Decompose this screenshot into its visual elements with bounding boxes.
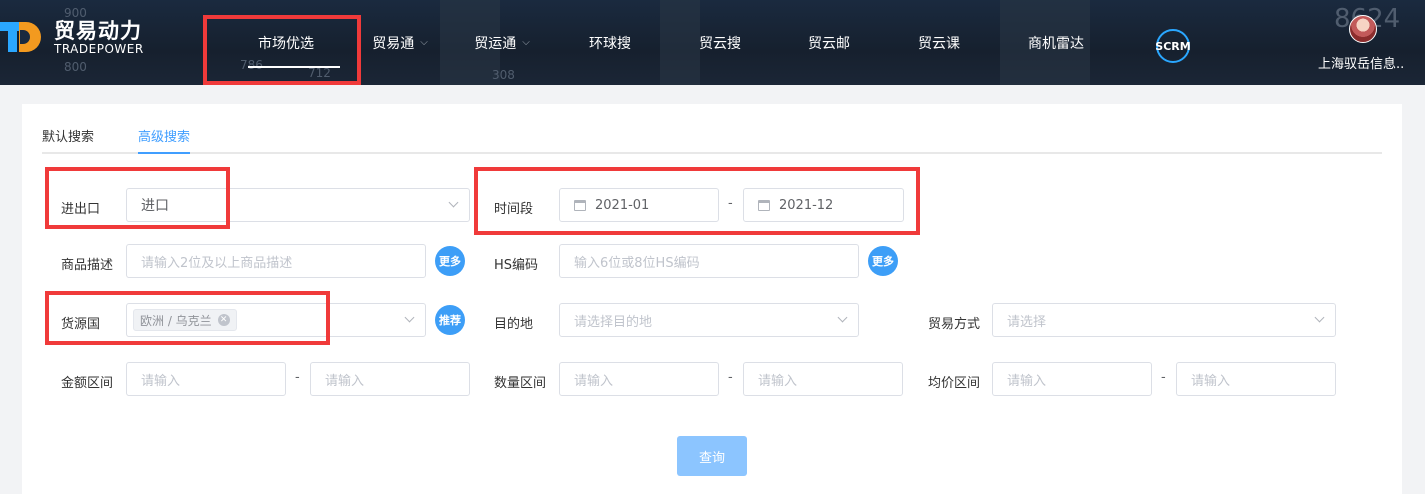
quantity-max-input[interactable]: 请输入 <box>743 362 903 396</box>
hs-code-placeholder: 输入6位或8位HS编码 <box>574 255 700 271</box>
chevron-down-icon: ⌵ <box>522 37 530 48</box>
query-button[interactable]: 查询 <box>677 436 747 476</box>
trade-mode-label: 贸易方式 <box>928 317 981 332</box>
search-tabs: 默认搜索 高级搜索 <box>42 126 1382 154</box>
goods-desc-input[interactable]: 请输入2位及以上商品描述 <box>126 244 426 278</box>
user-name[interactable]: 上海驭岳信息.. <box>1318 53 1404 72</box>
avatar[interactable] <box>1349 15 1377 43</box>
trade-mode-placeholder: 请选择 <box>1007 314 1047 330</box>
nav-item-label: 贸云邮 <box>808 35 850 52</box>
highlight-box-nav <box>203 15 361 85</box>
chevron-down-icon: ⌵ <box>420 37 428 48</box>
quantity-separator: - <box>728 370 733 385</box>
logo-mark-icon <box>0 18 44 58</box>
goods-more-button[interactable]: 更多 <box>435 246 465 276</box>
tab-label: 高级搜索 <box>138 130 191 145</box>
highlight-box-origin <box>45 291 330 345</box>
chevron-down-icon <box>448 197 459 208</box>
amount-range-label: 金额区间 <box>61 376 114 391</box>
active-tab-indicator <box>138 152 191 154</box>
nav-item-cloud-search[interactable]: 贸云搜 <box>680 0 760 85</box>
destination-select[interactable]: 请选择目的地 <box>559 303 859 337</box>
destination-placeholder: 请选择目的地 <box>574 314 653 330</box>
nav-item-label: 贸云课 <box>918 35 960 52</box>
tab-default-search[interactable]: 默认搜索 <box>42 126 94 145</box>
nav-item-cloud-course[interactable]: 贸云课 <box>899 0 979 85</box>
avg-price-range-label: 均价区间 <box>928 376 981 391</box>
chevron-down-icon <box>404 312 415 323</box>
hs-more-button[interactable]: 更多 <box>868 246 898 276</box>
goods-desc-placeholder: 请输入2位及以上商品描述 <box>141 255 293 271</box>
origin-recommend-button[interactable]: 推荐 <box>435 305 465 335</box>
nav-item-label: 商机雷达 <box>1028 35 1084 52</box>
nav-item-label: 环球搜 <box>589 35 631 52</box>
trade-mode-select[interactable]: 请选择 <box>992 303 1336 337</box>
logo[interactable]: 贸易动力 TRADEPOWER <box>0 18 144 58</box>
highlight-box-period <box>474 167 920 235</box>
tab-advanced-search[interactable]: 高级搜索 <box>138 126 191 154</box>
goods-desc-label: 商品描述 <box>61 258 114 273</box>
logo-text-en: TRADEPOWER <box>54 42 144 56</box>
nav-item-label: 贸易通 <box>372 35 415 52</box>
chevron-down-icon <box>837 312 848 323</box>
hs-code-input[interactable]: 输入6位或8位HS编码 <box>559 244 859 278</box>
quantity-min-placeholder: 请输入 <box>574 373 614 389</box>
nav-item-global-search[interactable]: 环球搜 <box>570 0 650 85</box>
nav-item-cloud-mail[interactable]: 贸云邮 <box>789 0 869 85</box>
quantity-range-label: 数量区间 <box>494 376 547 391</box>
hs-code-label: HS编码 <box>494 258 539 273</box>
amount-separator: - <box>295 370 300 385</box>
avg-price-min-input[interactable]: 请输入 <box>992 362 1152 396</box>
chevron-down-icon <box>1314 312 1325 323</box>
nav-item-trade[interactable]: 贸易通 ⌵ <box>360 0 440 85</box>
amount-min-placeholder: 请输入 <box>141 373 181 389</box>
nav-item-label: 贸运通 <box>474 35 517 52</box>
amount-max-input[interactable]: 请输入 <box>310 362 470 396</box>
avg-price-separator: - <box>1161 370 1166 385</box>
quantity-min-input[interactable]: 请输入 <box>559 362 719 396</box>
nav-item-radar[interactable]: 商机雷达 <box>1016 0 1096 85</box>
amount-min-input[interactable]: 请输入 <box>126 362 286 396</box>
quantity-max-placeholder: 请输入 <box>758 373 798 389</box>
bg-number: 800 <box>64 60 87 74</box>
logo-text-cn: 贸易动力 <box>54 19 142 43</box>
avg-price-max-placeholder: 请输入 <box>1191 373 1231 389</box>
nav-item-label: 贸云搜 <box>699 35 741 52</box>
avg-price-min-placeholder: 请输入 <box>1007 373 1047 389</box>
amount-max-placeholder: 请输入 <box>325 373 365 389</box>
highlight-box-import-export <box>45 167 230 229</box>
scrm-icon[interactable]: SCRM <box>1155 29 1191 63</box>
avg-price-max-input[interactable]: 请输入 <box>1176 362 1336 396</box>
destination-label: 目的地 <box>494 317 534 332</box>
nav-item-shipping[interactable]: 贸运通 ⌵ <box>462 0 542 85</box>
